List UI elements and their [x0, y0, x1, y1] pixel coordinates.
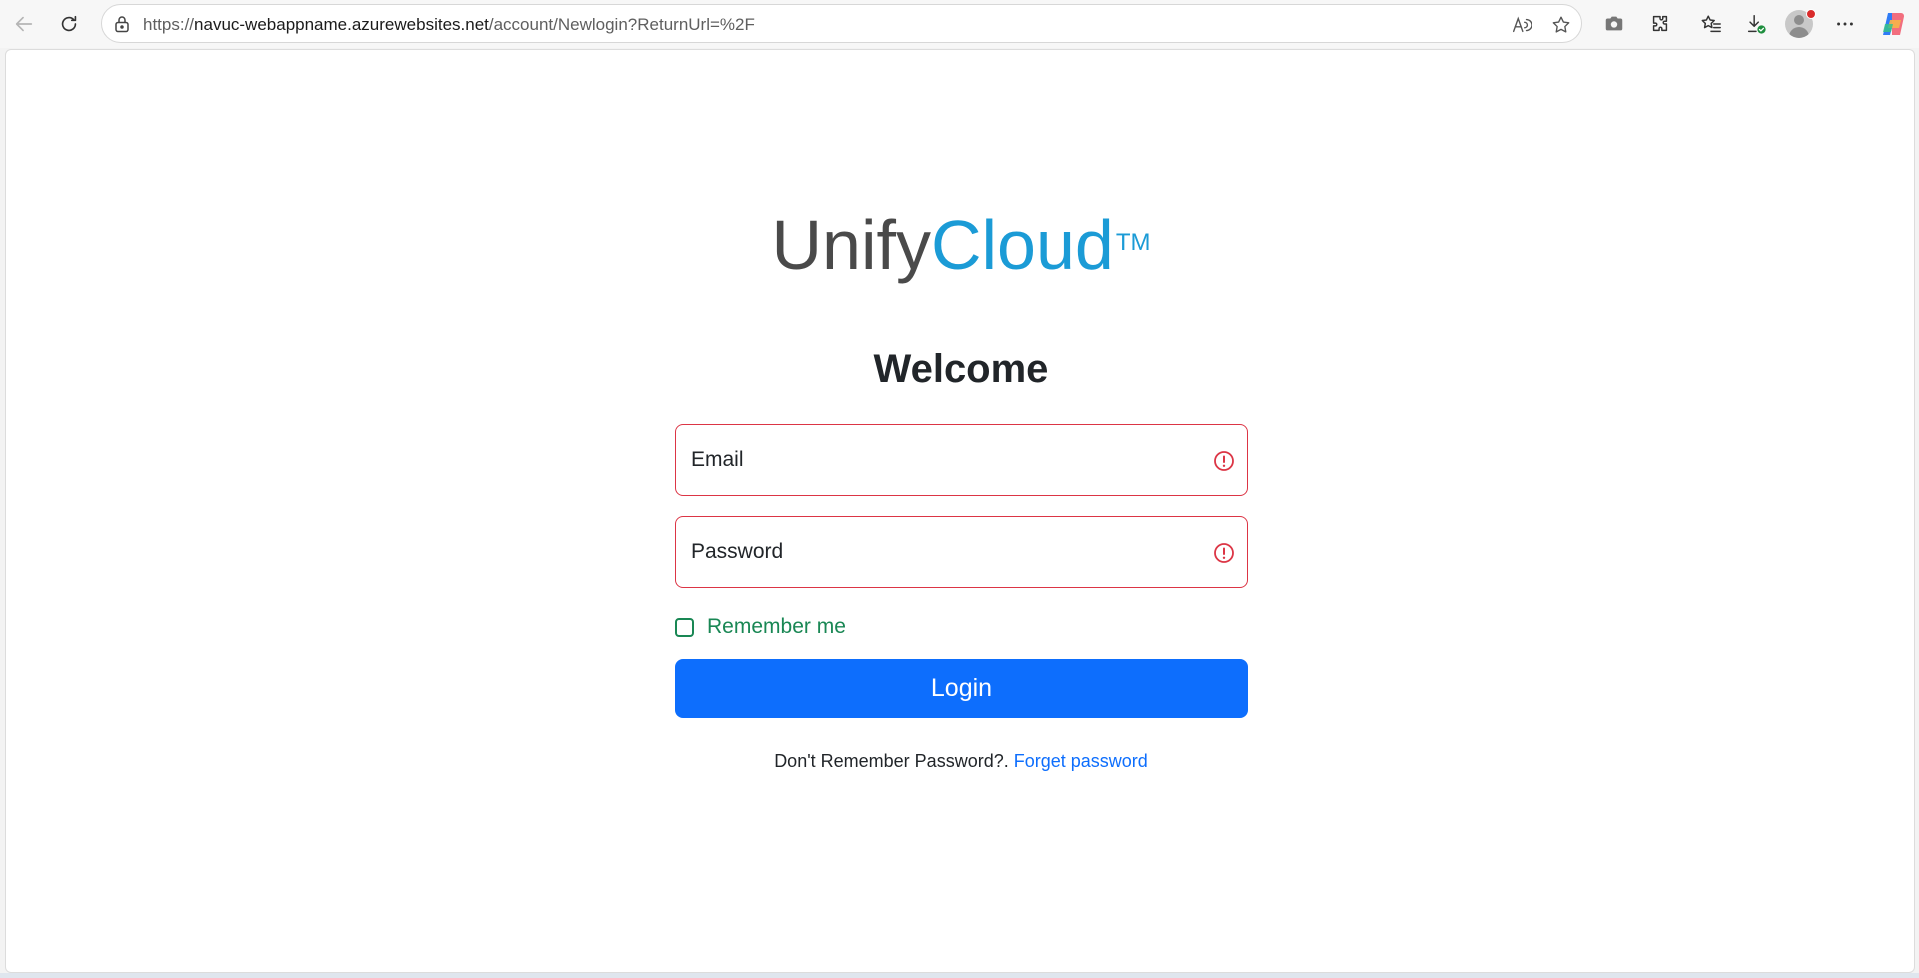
address-bar[interactable]: https://navuc-webappname.azurewebsites.n…	[101, 4, 1582, 43]
remember-me-label[interactable]: Remember me	[707, 615, 846, 639]
screenshot-camera-icon[interactable]	[1598, 8, 1630, 40]
refresh-icon[interactable]	[53, 8, 85, 40]
back-icon[interactable]	[8, 8, 40, 40]
logo-cloud-text: Cloud	[930, 206, 1114, 284]
site-info-lock-icon[interactable]	[112, 14, 132, 34]
logo-unify-text: Unify	[771, 206, 931, 284]
extensions-puzzle-icon[interactable]	[1644, 8, 1676, 40]
taskbar-edge	[0, 973, 1919, 978]
url-text[interactable]: https://navuc-webappname.azurewebsites.n…	[143, 15, 755, 35]
more-options-icon[interactable]	[1829, 8, 1861, 40]
logo-trademark: TM	[1115, 229, 1151, 256]
avatar-body	[1789, 27, 1809, 38]
avatar-head	[1794, 15, 1804, 25]
notification-dot	[1806, 9, 1816, 19]
password-error-icon	[1214, 543, 1234, 563]
remember-me-checkbox[interactable]	[675, 618, 694, 637]
password-input[interactable]	[676, 517, 1247, 587]
email-field[interactable]	[675, 424, 1248, 496]
email-input[interactable]	[676, 425, 1247, 495]
page-title: Welcome	[873, 347, 1049, 391]
password-field[interactable]	[675, 516, 1248, 588]
url-host: navuc-webappname.azurewebsites.net	[194, 15, 489, 34]
browser-toolbar: https://navuc-webappname.azurewebsites.n…	[0, 0, 1919, 48]
forgot-password-line: Don't Remember Password?. Forget passwor…	[6, 751, 1916, 772]
url-path: /account/Newlogin?ReturnUrl=%2F	[488, 15, 755, 34]
forgot-password-prompt: Don't Remember Password?.	[774, 751, 1009, 771]
login-button[interactable]: Login	[675, 659, 1248, 718]
unifycloud-logo: UnifyCloudTM	[6, 205, 1916, 285]
page-viewport: UnifyCloudTM Welcome Remember me Login D…	[5, 49, 1915, 973]
downloads-icon[interactable]	[1740, 8, 1772, 40]
copilot-icon[interactable]	[1879, 10, 1907, 38]
forgot-password-link[interactable]: Forget password	[1014, 751, 1148, 771]
email-error-icon	[1214, 451, 1234, 471]
favorite-star-icon[interactable]	[1549, 13, 1573, 37]
url-prefix: https://	[143, 15, 195, 34]
favorites-list-icon[interactable]	[1695, 8, 1727, 40]
read-aloud-icon[interactable]	[1509, 13, 1533, 37]
